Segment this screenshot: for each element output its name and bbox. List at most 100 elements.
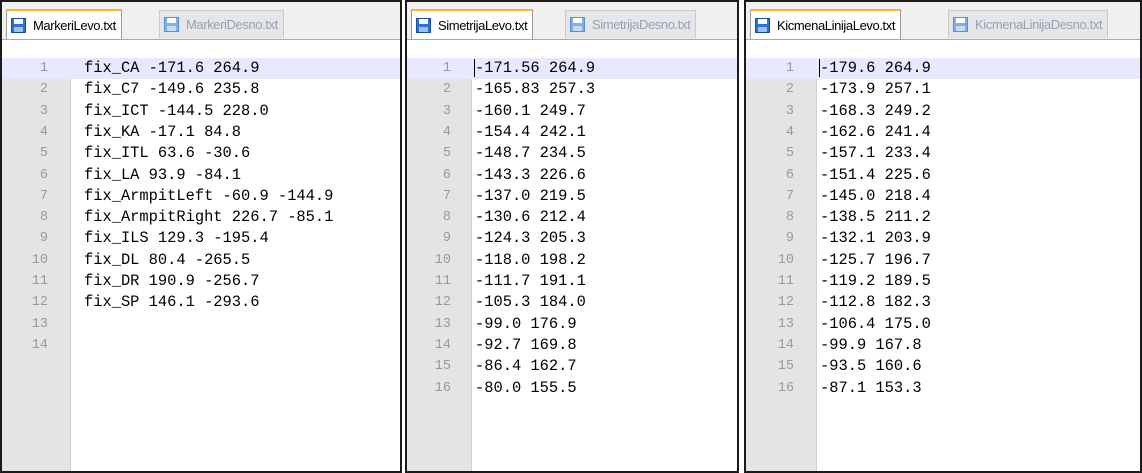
editor-line[interactable]: 7 fix_ArmpitLeft -60.9 -144.9 [2, 186, 400, 207]
line-number: 13 [434, 316, 451, 332]
line-number: 12 [434, 295, 451, 311]
line-number: 12 [777, 295, 794, 311]
tab-markerilevo[interactable]: MarkeriLevo.txt [6, 9, 122, 39]
tab-markeridesno[interactable]: MarkeriDesno.txt [159, 10, 284, 38]
editor-line[interactable]: 1 -171.56 264.9 [407, 58, 737, 79]
tab-label: KicmenaLinijaDesno.txt [975, 17, 1103, 32]
line-text: -168.3 249.2 [820, 101, 931, 120]
editor-line[interactable]: 13 [2, 314, 400, 335]
line-number: 8 [785, 210, 794, 226]
editor-line[interactable]: 16 -87.1 153.3 [746, 378, 1140, 399]
line-text: -93.5 160.6 [820, 357, 922, 376]
editor-panel-markeri: MarkeriLevo.txt MarkeriDesno.txt 1 fix_CA… [0, 0, 402, 473]
text-editor[interactable]: 1 -179.6 264.9 2 -173.9 257.1 3 -168.3 249.2 4… [746, 58, 1140, 471]
editor-panel-simetrija: SimetrijaLevo.txt SimetrijaDesno.txt 1 -1… [405, 0, 739, 473]
line-number: 5 [442, 146, 451, 162]
editor-line[interactable]: 3 -160.1 249.7 [407, 101, 737, 122]
editor-line[interactable]: 12 fix_SP 146.1 -293.6 [2, 292, 400, 313]
line-number: 10 [777, 252, 794, 268]
line-number: 2 [785, 82, 794, 98]
tab-label: MarkeriDesno.txt [186, 17, 278, 32]
line-text: fix_KA -17.1 84.8 [84, 122, 242, 141]
line-text: fix_LA 93.9 -84.1 [84, 165, 242, 184]
text-caret [819, 59, 820, 77]
line-text: -112.8 182.3 [820, 293, 931, 312]
line-text: -87.1 153.3 [820, 378, 922, 397]
editor-line[interactable]: 2 fix_C7 -149.6 235.8 [2, 79, 400, 100]
line-number: 9 [442, 231, 451, 247]
line-number: 6 [785, 167, 794, 183]
editor-line[interactable]: 7 -137.0 219.5 [407, 186, 737, 207]
editor-line[interactable]: 6 -143.3 226.6 [407, 165, 737, 186]
line-text: -143.3 226.6 [475, 165, 586, 184]
editor-line[interactable]: 9 -124.3 205.3 [407, 228, 737, 249]
editor-line[interactable]: 4 -162.6 241.4 [746, 122, 1140, 143]
editor-line[interactable]: 8 -130.6 212.4 [407, 207, 737, 228]
editor-line[interactable]: 15 -93.5 160.6 [746, 356, 1140, 377]
editor-line[interactable]: 12 -105.3 184.0 [407, 292, 737, 313]
line-text: -160.1 249.7 [475, 101, 586, 120]
editor-line[interactable]: 2 -173.9 257.1 [746, 79, 1140, 100]
editor-line[interactable]: 3 fix_ICT -144.5 228.0 [2, 101, 400, 122]
tab-kicmenalinijadesno[interactable]: KicmenaLinijaDesno.txt [948, 10, 1109, 38]
text-editor[interactable]: 1 -171.56 264.9 2 -165.83 257.3 3 -160.1 249.… [407, 58, 737, 471]
editor-line[interactable]: 13 -99.0 176.9 [407, 314, 737, 335]
editor-line[interactable]: 6 fix_LA 93.9 -84.1 [2, 165, 400, 186]
tab-bar: MarkeriLevo.txt MarkeriDesno.txt [2, 2, 400, 40]
text-editor[interactable]: 1 fix_CA -171.6 264.9 2 fix_C7 -149.6 235.8… [2, 58, 400, 471]
editor-line[interactable]: 8 fix_ArmpitRight 226.7 -85.1 [2, 207, 400, 228]
editor-line[interactable]: 7 -145.0 218.4 [746, 186, 1140, 207]
line-text: fix_DL 80.4 -265.5 [84, 250, 251, 269]
editor-line[interactable]: 9 fix_ILS 129.3 -195.4 [2, 228, 400, 249]
line-text: -106.4 175.0 [820, 314, 931, 333]
tab-simetrijalevo[interactable]: SimetrijaLevo.txt [411, 9, 534, 39]
line-text: -138.5 211.2 [820, 208, 931, 227]
tab-simetrijadesno[interactable]: SimetrijaDesno.txt [565, 10, 697, 38]
line-number: 7 [39, 188, 48, 204]
editor-line[interactable]: 8 -138.5 211.2 [746, 207, 1140, 228]
line-number: 10 [31, 252, 48, 268]
line-number: 4 [785, 124, 794, 140]
editor-line[interactable]: 4 -154.4 242.1 [407, 122, 737, 143]
line-number: 3 [442, 103, 451, 119]
line-number: 11 [31, 274, 48, 289]
editor-line[interactable]: 9 -132.1 203.9 [746, 228, 1140, 249]
editor-line[interactable]: 4 fix_KA -17.1 84.8 [2, 122, 400, 143]
line-text: -118.0 198.2 [475, 250, 586, 269]
editor-line[interactable]: 15 -86.4 162.7 [407, 356, 737, 377]
editor-line[interactable]: 16 -80.0 155.5 [407, 378, 737, 399]
line-number: 4 [39, 124, 48, 140]
editor-line[interactable]: 10 -118.0 198.2 [407, 250, 737, 271]
tab-label: SimetrijaLevo.txt [438, 17, 528, 33]
editor-line[interactable]: 6 -151.4 225.6 [746, 165, 1140, 186]
editor-line[interactable]: 2 -165.83 257.3 [407, 79, 737, 100]
editor-line[interactable]: 14 [2, 335, 400, 356]
editor-line[interactable]: 1 fix_CA -171.6 264.9 [2, 58, 400, 79]
editor-line[interactable]: 10 -125.7 196.7 [746, 250, 1140, 271]
editor-line[interactable]: 14 -99.9 167.8 [746, 335, 1140, 356]
editor-line[interactable]: 14 -92.7 169.8 [407, 335, 737, 356]
line-number: 7 [785, 188, 794, 204]
line-number: 1 [442, 61, 451, 76]
line-text: fix_CA -171.6 264.9 [84, 59, 260, 77]
editor-line[interactable]: 5 fix_ITL 63.6 -30.6 [2, 143, 400, 164]
editor-line[interactable]: 5 -157.1 233.4 [746, 143, 1140, 164]
tab-kicmenalinijalevo[interactable]: KicmenaLinijaLevo.txt [750, 9, 902, 39]
line-text: -80.0 155.5 [475, 378, 577, 397]
file-saved-icon [953, 17, 968, 32]
editor-line[interactable]: 3 -168.3 249.2 [746, 101, 1140, 122]
editor-line[interactable]: 5 -148.7 234.5 [407, 143, 737, 164]
editor-line[interactable]: 1 -179.6 264.9 [746, 58, 1140, 79]
line-number: 8 [442, 210, 451, 226]
line-number: 13 [31, 316, 48, 332]
editor-line[interactable]: 11 -119.2 189.5 [746, 271, 1140, 292]
line-text: -125.7 196.7 [820, 250, 931, 269]
editor-line[interactable]: 11 -111.7 191.1 [407, 271, 737, 292]
editor-line[interactable]: 11 fix_DR 190.9 -256.7 [2, 271, 400, 292]
editor-line[interactable]: 13 -106.4 175.0 [746, 314, 1140, 335]
editor-line[interactable]: 12 -112.8 182.3 [746, 292, 1140, 313]
tab-label: MarkeriLevo.txt [33, 17, 116, 33]
line-text: fix_ArmpitLeft -60.9 -144.9 [84, 186, 334, 205]
line-number: 10 [434, 252, 451, 268]
editor-line[interactable]: 10 fix_DL 80.4 -265.5 [2, 250, 400, 271]
